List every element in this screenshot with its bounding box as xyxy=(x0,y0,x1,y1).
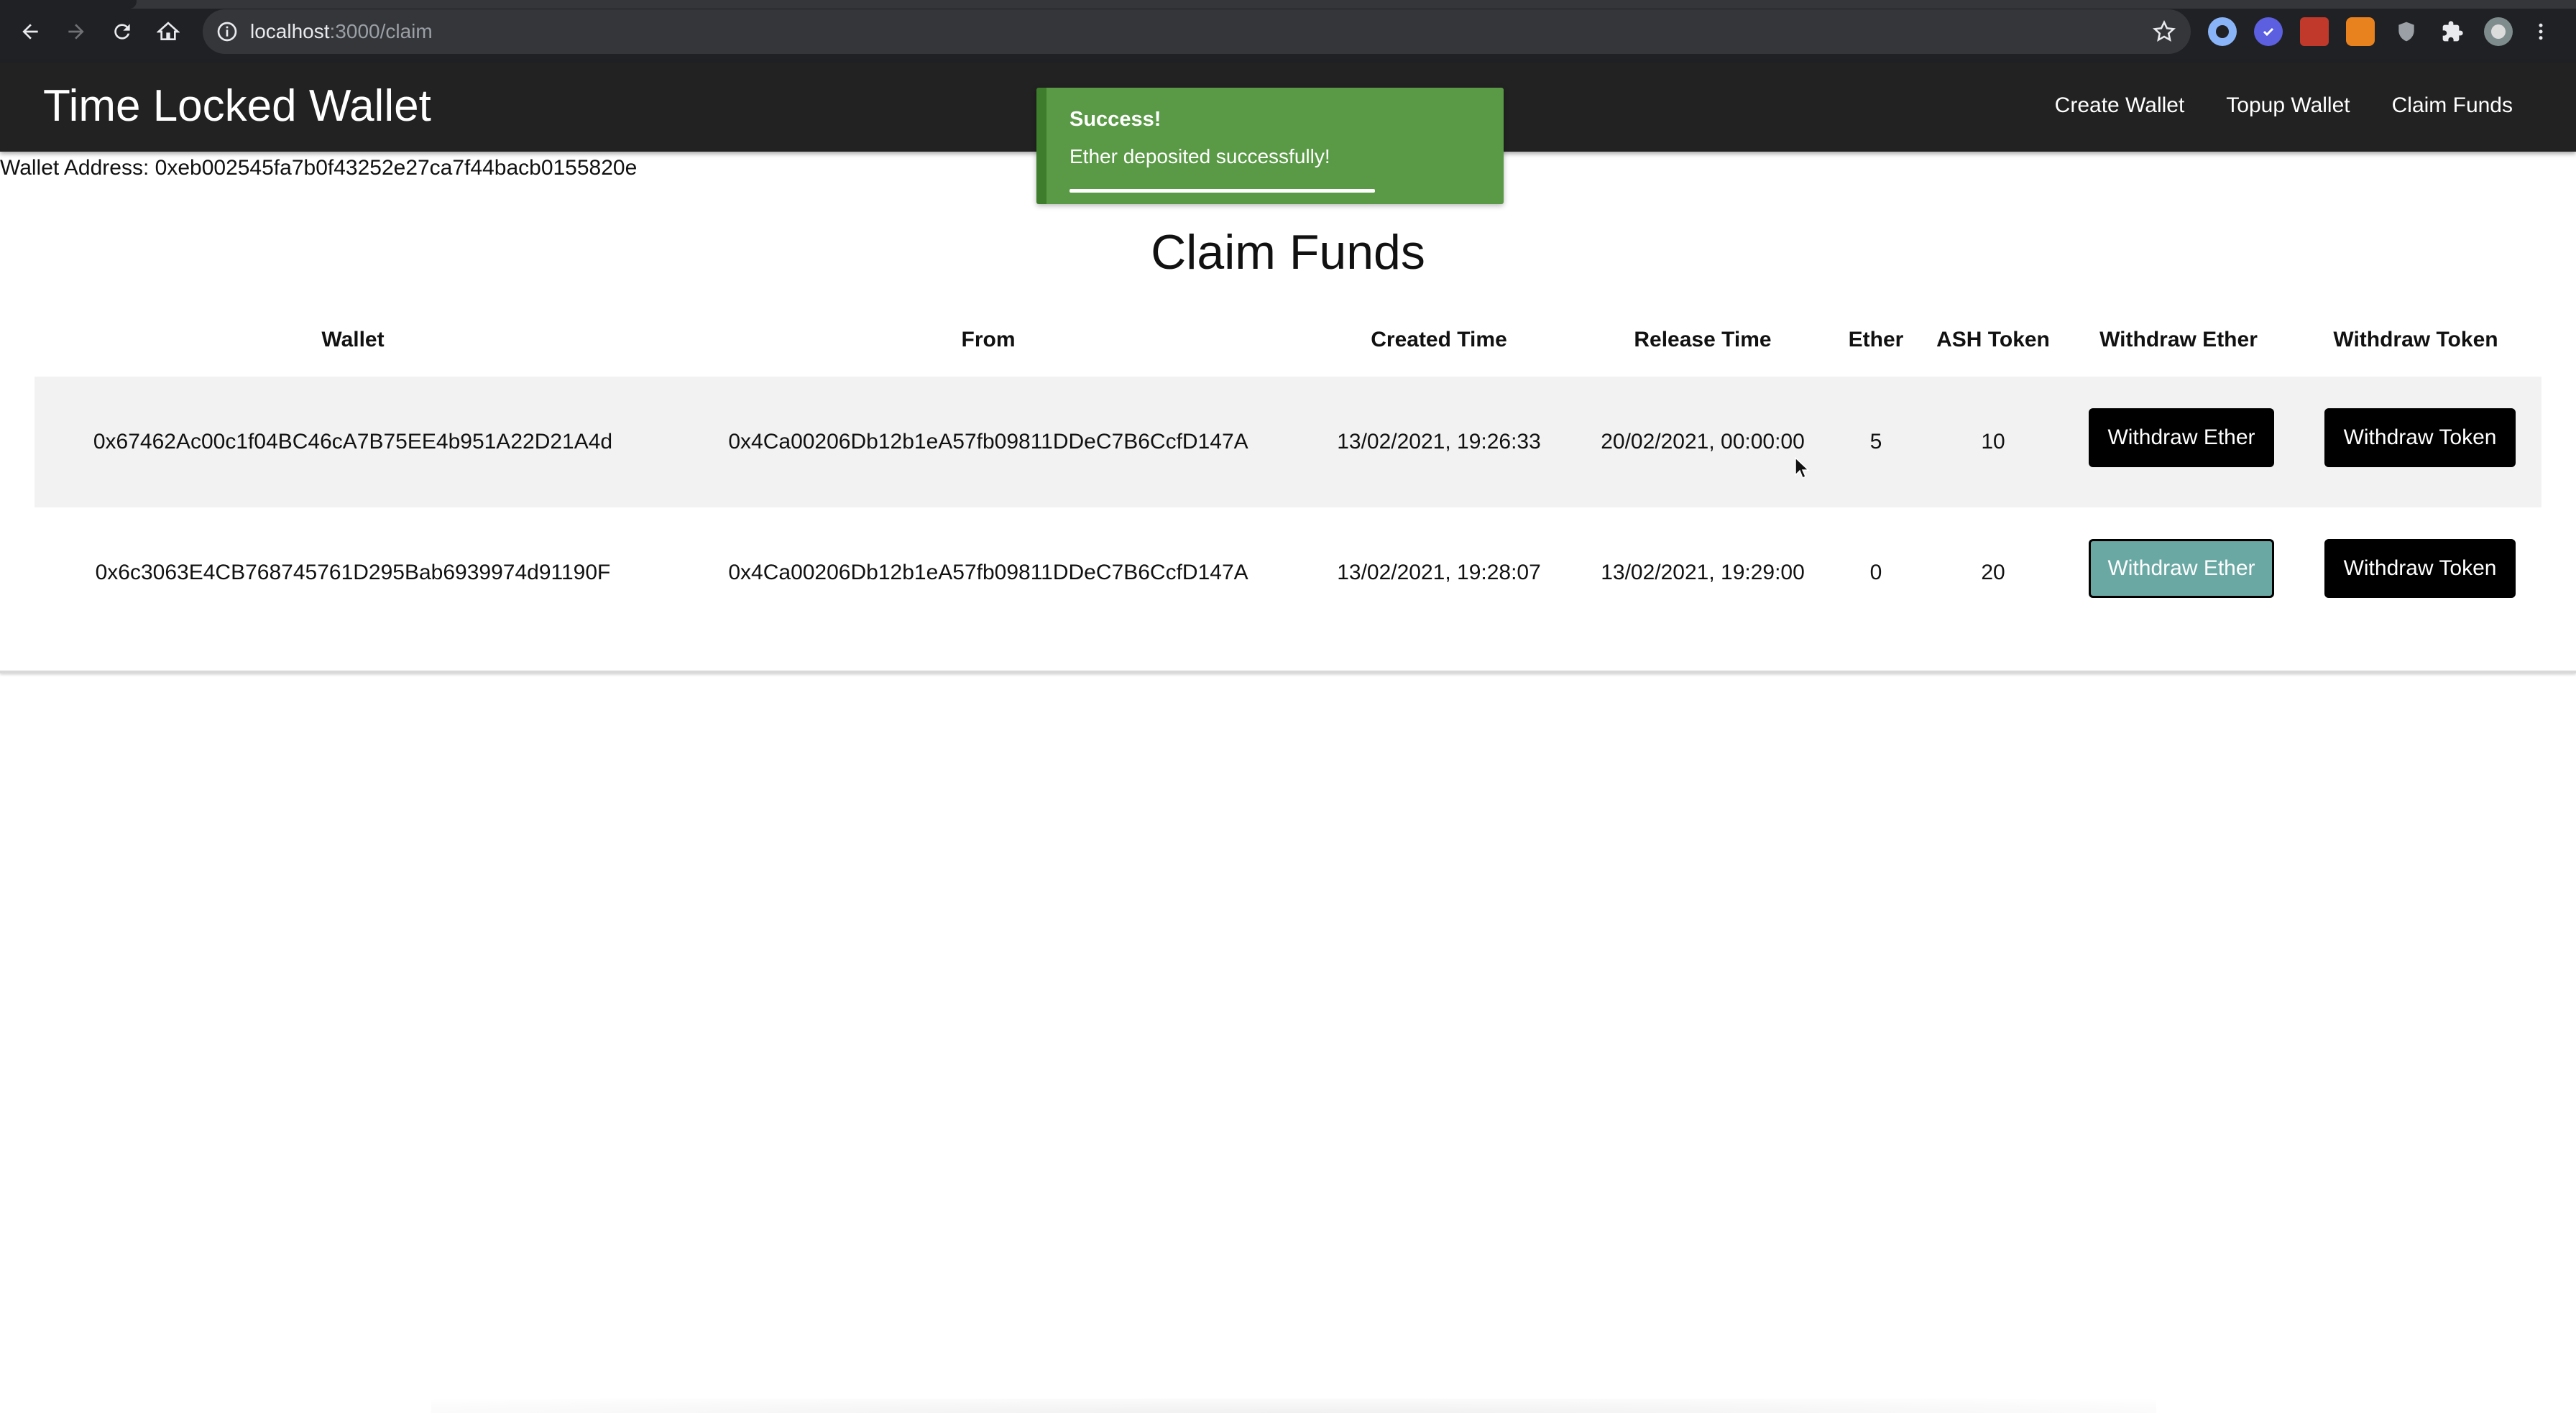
wallet-address: Wallet Address: 0xeb002545fa7b0f43252e27… xyxy=(0,156,638,180)
toast-title: Success! xyxy=(1070,108,1162,131)
header-withdraw-ether: Withdraw Ether xyxy=(2099,328,2258,351)
cell-from: 0x4Ca00206Db12b1eA57fb09811DDeC7B6CcfD14… xyxy=(728,430,1248,454)
toast-message: Ether deposited successfully! xyxy=(1070,145,1330,167)
header-withdraw-token: Withdraw Token xyxy=(2333,328,2498,351)
bookmark-star-icon[interactable] xyxy=(2152,19,2176,44)
info-icon[interactable] xyxy=(216,20,239,43)
url-host: localhost xyxy=(250,20,330,42)
cell-ether: 5 xyxy=(1869,430,1882,454)
withdraw-token-button[interactable]: Withdraw Token xyxy=(2324,539,2516,598)
table-row: 0x6c3063E4CB768745761D295Bab6939974d9119… xyxy=(34,507,2542,638)
window-bottom-shadow xyxy=(431,1399,2156,1413)
nav-claim-funds[interactable]: Claim Funds xyxy=(2392,91,2513,120)
table-row: 0x67462Ac00c1f04BC46cA7B75EE4b951A22D21A… xyxy=(34,377,2542,507)
table-header: Wallet From Created Time Release Time Et… xyxy=(34,320,2542,363)
url-path: :3000/claim xyxy=(329,20,433,42)
active-tab[interactable] xyxy=(0,0,137,9)
extension-1-icon[interactable] xyxy=(2208,17,2237,46)
extensions-puzzle-icon[interactable] xyxy=(2438,17,2467,46)
cell-ash-token: 20 xyxy=(1981,561,2005,584)
cell-wallet: 0x67462Ac00c1f04BC46cA7B75EE4b951A22D21A… xyxy=(93,430,613,454)
nav-links: Create Wallet Topup Wallet Claim Funds xyxy=(2055,91,2513,120)
cell-created-time: 13/02/2021, 19:26:33 xyxy=(1337,430,1541,454)
table-bottom-divider xyxy=(0,671,2576,673)
toast-progress-bar xyxy=(1070,189,1375,193)
cell-ash-token: 10 xyxy=(1981,430,2005,454)
extension-check-icon[interactable] xyxy=(2254,17,2283,46)
withdraw-token-button[interactable]: Withdraw Token xyxy=(2324,408,2516,467)
withdraw-ether-button[interactable]: Withdraw Ether xyxy=(2089,408,2274,467)
metamask-fox-icon[interactable] xyxy=(2346,17,2375,46)
tab-strip xyxy=(0,0,2576,9)
cell-wallet: 0x6c3063E4CB768745761D295Bab6939974d9119… xyxy=(95,561,611,584)
cell-from: 0x4Ca00206Db12b1eA57fb09811DDeC7B6CcfD14… xyxy=(728,561,1248,584)
nav-topup-wallet[interactable]: Topup Wallet xyxy=(2226,91,2350,120)
nav-create-wallet[interactable]: Create Wallet xyxy=(2055,91,2185,120)
home-icon[interactable] xyxy=(152,16,184,47)
header-ash-token: ASH Token xyxy=(1936,328,2050,351)
cell-release-time: 20/02/2021, 00:00:00 xyxy=(1601,430,1805,454)
header-from: From xyxy=(961,328,1016,351)
header-wallet: Wallet xyxy=(321,328,385,351)
cell-release-time: 13/02/2021, 19:29:00 xyxy=(1601,561,1805,584)
forward-icon[interactable] xyxy=(60,16,92,47)
shield-icon[interactable] xyxy=(2392,17,2421,46)
profile-avatar[interactable] xyxy=(2484,17,2513,46)
extension-panda-icon[interactable] xyxy=(2300,17,2329,46)
back-icon[interactable] xyxy=(14,16,46,47)
cell-created-time: 13/02/2021, 19:28:07 xyxy=(1337,561,1541,584)
cell-ether: 0 xyxy=(1869,561,1882,584)
reload-icon[interactable] xyxy=(106,16,138,47)
menu-kebab-icon[interactable] xyxy=(2530,17,2552,46)
browser-toolbar: localhost:3000/claim xyxy=(0,0,2576,63)
header-release-time: Release Time xyxy=(1634,328,1772,351)
header-created-time: Created Time xyxy=(1371,328,1507,351)
success-toast[interactable]: Success! Ether deposited successfully! xyxy=(1036,88,1504,204)
address-bar[interactable]: localhost:3000/claim xyxy=(203,9,2191,54)
header-ether: Ether xyxy=(1848,328,1904,351)
url-text: localhost:3000/claim xyxy=(250,19,433,44)
mouse-cursor-icon xyxy=(1795,457,1810,479)
page-title: Claim Funds xyxy=(1151,225,1425,280)
withdraw-ether-button[interactable]: Withdraw Ether xyxy=(2089,539,2274,598)
brand-title[interactable]: Time Locked Wallet xyxy=(43,80,431,133)
